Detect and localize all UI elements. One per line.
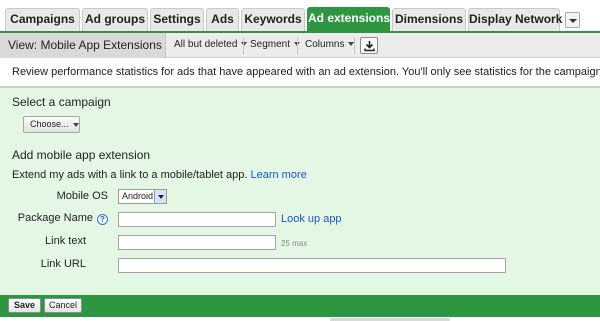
mobile-os-value: Android <box>122 191 154 201</box>
add-extension-title: Add mobile app extension <box>12 148 151 162</box>
tab-ad-extensions[interactable]: Ad extensions <box>307 7 390 33</box>
horizontal-scrollbar[interactable] <box>0 317 600 321</box>
columns-label: Columns <box>305 39 345 50</box>
package-name-input[interactable] <box>118 212 276 227</box>
segment-dropdown[interactable]: Segment <box>250 33 301 58</box>
filter-label: All but deleted <box>174 39 238 50</box>
link-url-input[interactable] <box>118 258 506 273</box>
tab-ad-groups[interactable]: Ad groups <box>82 8 148 31</box>
info-message: Review performance statistics for ads th… <box>0 59 600 87</box>
mobile-app-extension-form: Select a campaign Choose... Add mobile a… <box>0 87 600 295</box>
filter-dropdown[interactable]: All but deleted <box>174 33 248 58</box>
toolbar-divider <box>297 37 298 54</box>
mobile-os-select[interactable]: Android <box>118 189 167 204</box>
tab-campaigns[interactable]: Campaigns <box>5 8 80 31</box>
segment-label: Segment <box>250 39 291 50</box>
choose-campaign-label: Choose... <box>30 119 69 129</box>
learn-more-link[interactable]: Learn more <box>250 169 306 181</box>
package-name-label: Package Name <box>17 212 93 224</box>
tab-ads[interactable]: Ads <box>206 8 239 31</box>
link-text-label: Link text <box>45 235 86 247</box>
toolbar-divider <box>243 37 244 54</box>
select-campaign-title: Select a campaign <box>12 95 111 109</box>
mobile-os-label: Mobile OS <box>56 190 108 202</box>
download-icon <box>364 41 375 52</box>
extension-description: Extend my ads with a link to a mobile/ta… <box>12 169 307 181</box>
tab-settings[interactable]: Settings <box>150 8 204 31</box>
toolbar-divider <box>354 37 355 54</box>
view-selector-button[interactable]: View: Mobile App Extensions <box>0 33 166 72</box>
link-text-input[interactable] <box>118 235 276 250</box>
view-selector-label: View: Mobile App Extensions <box>8 38 162 52</box>
cancel-button[interactable]: Cancel <box>44 298 82 313</box>
form-action-bar: Save Cancel <box>0 295 600 317</box>
choose-campaign-button[interactable]: Choose... <box>23 116 80 133</box>
tab-bar: Campaigns Ad groups Settings Ads Keyword… <box>0 0 600 33</box>
chevron-down-icon <box>154 190 166 203</box>
help-icon[interactable]: ? <box>97 214 108 225</box>
save-button[interactable]: Save <box>8 298 41 313</box>
link-text-limit-note: 25 max <box>281 239 308 248</box>
toolbar: View: Mobile App Extensions All but dele… <box>0 33 600 72</box>
link-url-label: Link URL <box>40 258 86 270</box>
columns-dropdown[interactable]: Columns <box>305 33 355 58</box>
tab-dimensions[interactable]: Dimensions <box>392 8 466 31</box>
extension-description-text: Extend my ads with a link to a mobile/ta… <box>12 169 248 181</box>
tab-display-network[interactable]: Display Network <box>468 8 562 31</box>
chevron-down-icon <box>72 122 79 127</box>
tab-keywords[interactable]: Keywords <box>241 8 305 31</box>
download-button[interactable] <box>360 37 378 54</box>
look-up-app-link[interactable]: Look up app <box>281 213 342 225</box>
more-tabs-dropdown-icon[interactable] <box>565 12 580 28</box>
